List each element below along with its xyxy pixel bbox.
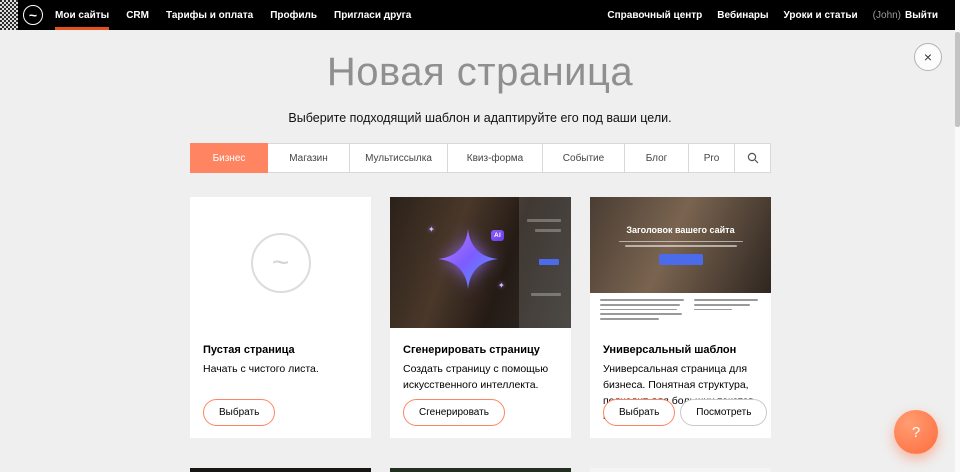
page-title: Новая страница <box>0 50 960 95</box>
close-icon[interactable]: × <box>914 43 942 71</box>
sparkle-icon: ✦ <box>428 225 435 234</box>
preview-line-decoration <box>619 241 743 243</box>
tab-blog[interactable]: Блог <box>625 143 689 173</box>
card-description: Начать с чистого листа. <box>203 362 358 378</box>
tilda-watermark-icon: ~ <box>251 233 311 293</box>
preview-hero-section: Заголовок вашего сайта <box>590 197 771 293</box>
tab-search[interactable] <box>735 143 771 173</box>
nav-item-profile[interactable]: Профиль <box>270 0 317 30</box>
preview-cta-button-decoration <box>659 254 703 265</box>
nav-right-menu: Справочный центр Вебинары Уроки и статьи… <box>607 0 938 30</box>
logout-link[interactable]: Выйти <box>905 0 938 30</box>
card-description: Создать страницу с помощью искусственног… <box>403 362 558 394</box>
tab-pro[interactable]: Pro <box>689 143 735 173</box>
nav-item-invite-friend[interactable]: Пригласи друга <box>334 0 411 30</box>
ai-badge: AI <box>491 230 504 241</box>
template-category-tabs: Бизнес Магазин Мультиссылка Квиз-форма С… <box>190 143 771 173</box>
help-button[interactable]: ? <box>894 410 938 454</box>
tab-business[interactable]: Бизнес <box>190 143 268 173</box>
tab-multilink[interactable]: Мультиссылка <box>350 143 448 173</box>
card-universal-select-button[interactable]: Выбрать <box>603 399 675 426</box>
preview-button-decoration <box>539 259 559 265</box>
card-title: Сгенерировать страницу <box>403 344 558 356</box>
partial-card <box>390 468 571 472</box>
texture-decoration <box>0 0 18 30</box>
tilda-logo[interactable]: ~ <box>23 5 43 25</box>
preview-line-decoration <box>527 219 561 222</box>
page-subtitle: Выберите подходящий шаблон и адаптируйте… <box>0 111 960 125</box>
nav-item-help-center[interactable]: Справочный центр <box>607 0 702 30</box>
card-universal-preview-button[interactable]: Посмотреть <box>680 399 767 426</box>
preview-text-section <box>590 293 771 328</box>
sparkle-icon: ✦ <box>498 281 505 290</box>
top-nav: ~ Мои сайты CRM Тарифы и оплата Профиль … <box>0 0 960 30</box>
preview-line-decoration <box>535 229 561 232</box>
card-title: Универсальный шаблон <box>603 344 758 356</box>
preview-line-decoration <box>625 245 737 247</box>
tab-quiz-form[interactable]: Квиз-форма <box>448 143 543 173</box>
universal-card-preview: Заголовок вашего сайта <box>590 197 771 328</box>
card-ai-generate-button[interactable]: Сгенерировать <box>403 399 505 426</box>
partial-card <box>190 468 371 472</box>
template-card-blank: ~ Пустая страница Начать с чистого листа… <box>190 197 371 438</box>
tab-event[interactable]: Событие <box>543 143 625 173</box>
card-title: Пустая страница <box>203 344 358 356</box>
nav-item-tariffs[interactable]: Тарифы и оплата <box>166 0 253 30</box>
ai-card-preview: ✦ ✦ AI <box>390 197 571 328</box>
preview-site-heading: Заголовок вашего сайта <box>626 225 734 235</box>
template-card-ai: ✦ ✦ AI Сгенерировать страницу Создать ст… <box>390 197 571 438</box>
card-blank-select-button[interactable]: Выбрать <box>203 399 275 426</box>
scrollbar-thumb[interactable] <box>955 32 960 127</box>
nav-left-menu: Мои сайты CRM Тарифы и оплата Профиль Пр… <box>55 0 411 30</box>
tab-shop[interactable]: Магазин <box>268 143 350 173</box>
nav-item-lessons[interactable]: Уроки и статьи <box>784 0 858 30</box>
nav-username: (John) <box>873 10 901 21</box>
search-icon <box>747 152 759 164</box>
nav-item-crm[interactable]: CRM <box>126 0 149 30</box>
nav-item-webinars[interactable]: Вебинары <box>717 0 768 30</box>
nav-item-my-sites[interactable]: Мои сайты <box>55 0 109 30</box>
scrollbar-track[interactable] <box>955 0 960 472</box>
preview-line-decoration <box>531 293 561 296</box>
template-card-universal: Заголовок вашего сайта Универсальный шаб… <box>590 197 771 438</box>
partial-card <box>590 468 771 472</box>
blank-card-preview: ~ <box>190 197 371 328</box>
